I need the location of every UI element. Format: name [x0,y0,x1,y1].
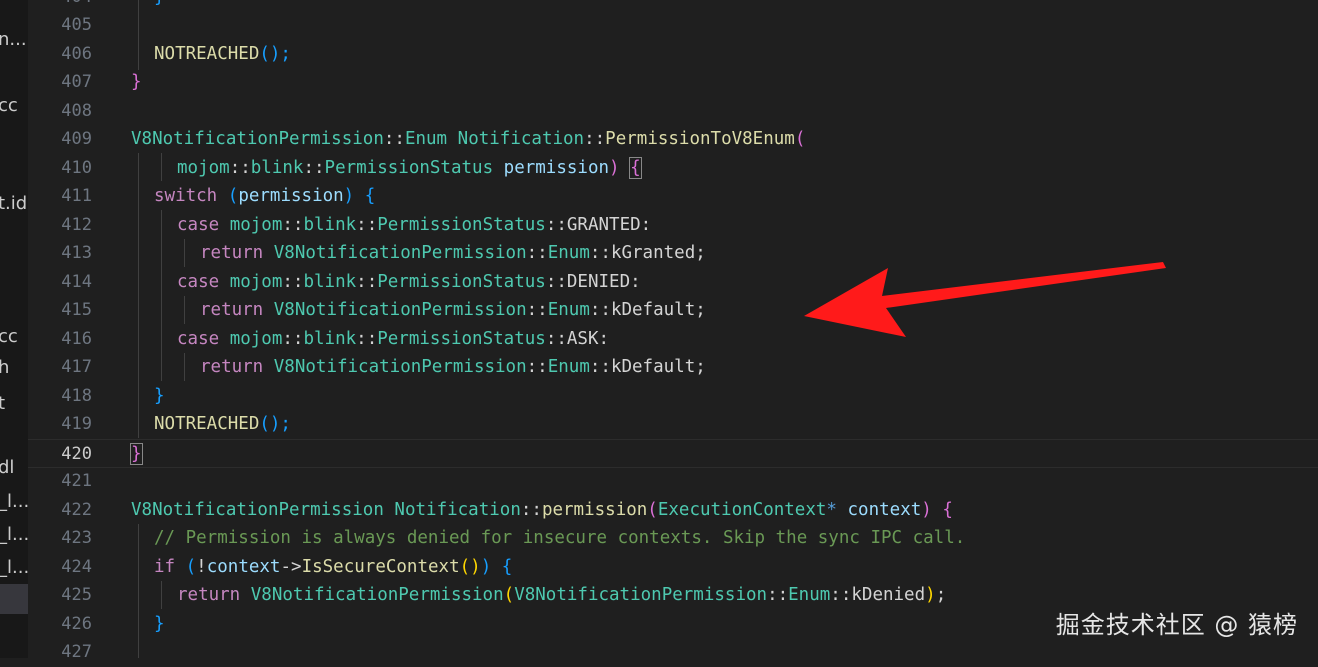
red-arrow-icon [804,262,1166,337]
watermark-text: 掘金技术社区 @ 猿榜 [1055,611,1298,639]
red-arrow-shape [804,262,1166,337]
